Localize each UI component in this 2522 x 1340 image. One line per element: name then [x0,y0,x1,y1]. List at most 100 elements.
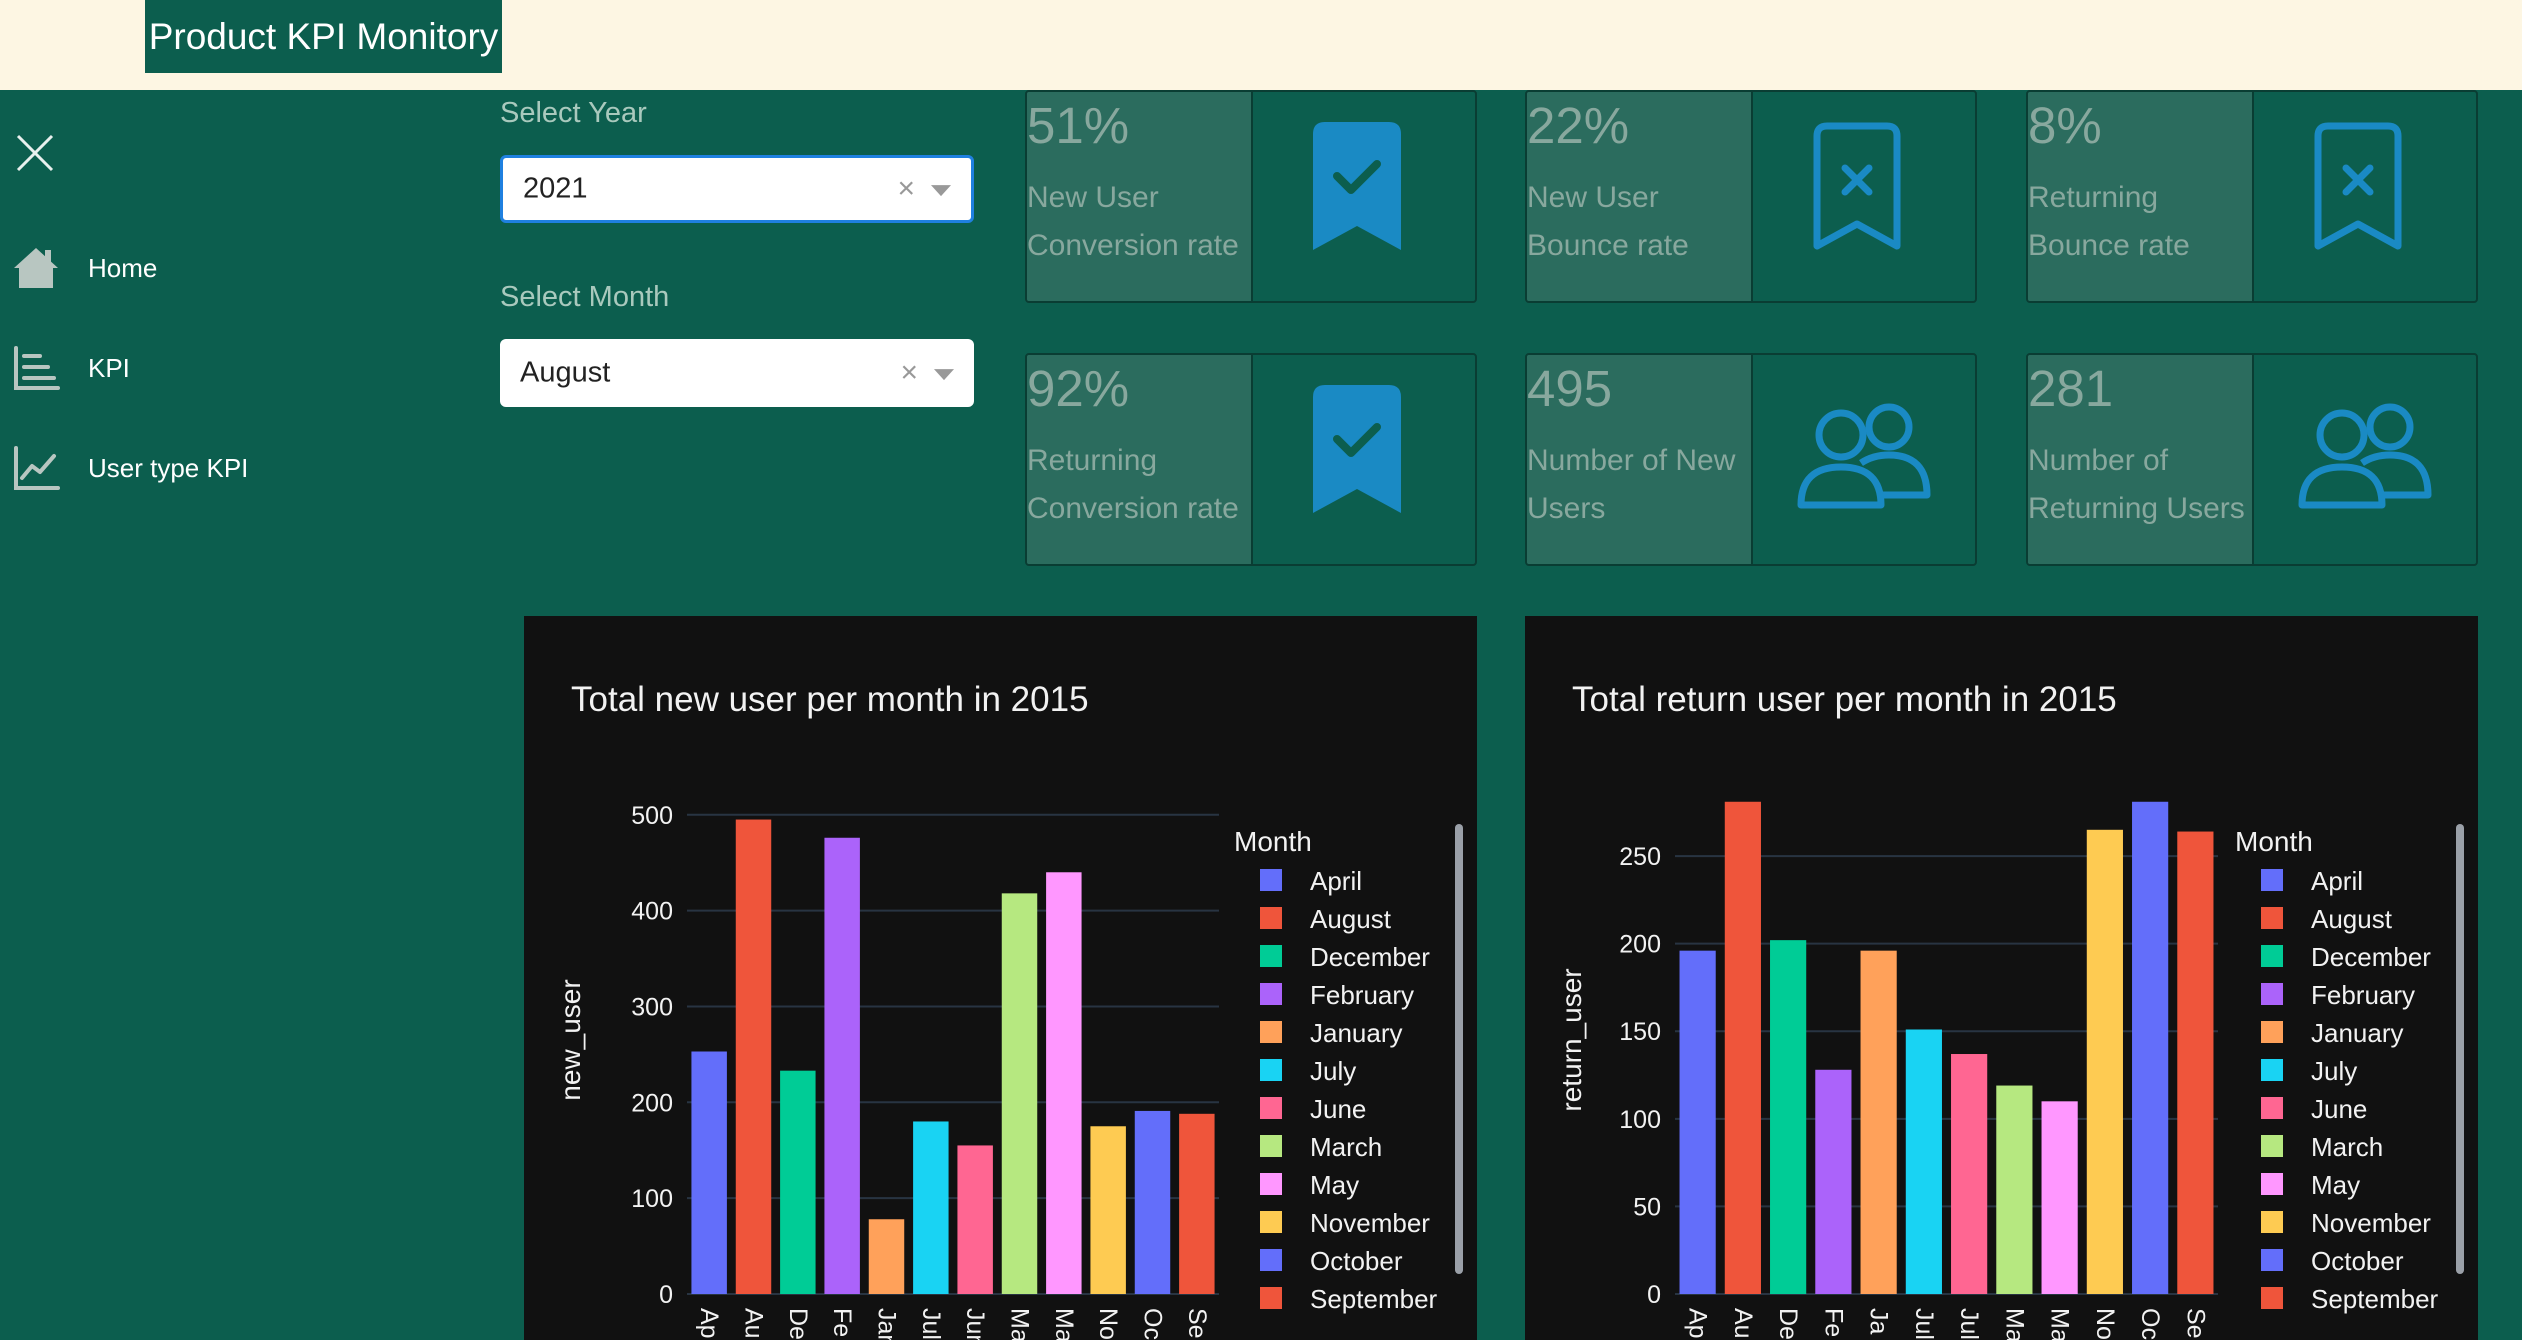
kpi-label: New User Conversion rate [1027,181,1239,262]
legend-swatch [2261,1173,2283,1195]
y-tick-label: 400 [631,898,673,926]
return-user-chart-plot[interactable]: 0 50 100 150 200 250 return_user Ap Au De Fe Ja Jul J… [1525,616,2478,1340]
legend-swatch [2261,1059,2283,1081]
x-tick-label: Ma [2046,1308,2074,1340]
bar-october [2132,801,2169,1294]
y-tick-label: 100 [631,1185,673,1213]
x-tick-label: Ma [1050,1308,1078,1340]
month-clear-icon[interactable]: × [900,356,918,390]
legend-swatch [2261,1211,2283,1233]
top-bar: Product KPI Monitory [0,0,2522,90]
legend-swatch [1260,1059,1282,1081]
legend-item: April [1310,866,1362,896]
legend-item: June [2311,1094,2367,1124]
legend-swatch [2261,983,2283,1005]
sidebar-item-kpi[interactable]: KPI [10,338,310,398]
x-tick-label: Jul [1955,1308,1983,1340]
legend-swatch [1260,1249,1282,1271]
x-tick-label: Oc [1139,1308,1167,1340]
x-tick-label: Ap [695,1308,723,1339]
legend-item: May [1310,1170,1359,1200]
legend-title: Month [1234,826,1312,857]
legend-item: October [2311,1246,2404,1276]
bar-august [735,819,772,1294]
bar-september [2177,831,2214,1294]
bar-august [1724,801,1761,1294]
legend-item: August [2311,904,2393,934]
return-user-chart: Total return user per month in 2015 0 50 1… [1525,616,2478,1340]
kpi-card-returning-bounce: 8% Returning Bounce rate [2026,90,2478,303]
bar-july [1905,1029,1942,1294]
kpi-card-new-users-count: 495 Number of New Users [1525,353,1977,566]
legend-swatch [1260,1211,1282,1233]
bar-april [1679,950,1716,1294]
bar-january [1860,950,1897,1294]
x-tick-label: Ap [1684,1308,1712,1339]
y-axis-label: new_user [555,979,586,1100]
year-clear-icon[interactable]: × [897,172,915,206]
bar-december [780,1070,816,1294]
bar-may [2041,1101,2078,1294]
x-tick-label: Jul [1910,1308,1938,1340]
x-tick-label: Au [1729,1308,1757,1339]
legend-item: November [2311,1208,2431,1238]
chevron-down-icon[interactable] [934,369,954,381]
legend-item: November [1310,1208,1430,1238]
kpi-label: Number of Returning Users [2028,444,2245,525]
legend-swatch [2261,1249,2283,1271]
y-tick-label: 200 [1619,931,1661,959]
month-label: Select Month [500,281,670,313]
legend-item: July [1310,1056,1356,1086]
kpi-value: 495 [1527,360,1613,417]
legend-scrollbar[interactable] [1455,824,1463,1274]
legend-item: April [2311,866,2363,896]
legend-item: June [1310,1094,1366,1124]
y-tick-label: 0 [1647,1281,1661,1309]
sidebar-item-label: KPI [88,352,130,383]
kpi-label: Number of New Users [1527,444,1736,525]
new-user-chart: Total new user per month in 2015 0 100 200… [524,616,1477,1340]
legend-item: October [1310,1246,1403,1276]
x-tick-label: Jun [961,1308,989,1340]
legend-swatch [2261,945,2283,967]
x-tick-label: De [1774,1308,1802,1340]
y-tick-label: 200 [631,1089,673,1117]
legend-swatch [2261,1097,2283,1119]
line-chart-icon [14,446,60,490]
kpi-label: Returning Bounce rate [2028,181,2190,262]
legend-swatch [2261,907,2283,929]
x-tick-label: Ma [1006,1308,1034,1340]
chevron-down-icon[interactable] [931,185,951,197]
month-select[interactable]: August × [500,339,974,407]
users-icon [1797,403,1931,509]
year-select[interactable]: 2021 × [500,155,974,223]
close-sidebar-button[interactable] [10,128,60,178]
sidebar-item-home[interactable]: Home [10,238,310,298]
legend-swatch [2261,869,2283,891]
legend-item: December [2311,942,2431,972]
y-tick-label: 50 [1633,1193,1661,1221]
bar-april [691,1051,727,1294]
kpi-card-new-user-conversion: 51% New User Conversion rate [1025,90,1477,303]
legend-item: May [2311,1170,2360,1200]
year-label: Select Year [500,97,647,129]
legend-item: July [2311,1056,2357,1086]
legend-item: March [1310,1132,1382,1162]
new-user-chart-plot[interactable]: 0 100 200 300 400 500 new_user Ap Au De Fe Jan Jul Ju… [524,616,1477,1340]
kpi-value: 281 [2028,360,2114,417]
y-tick-label: 250 [1619,843,1661,871]
x-tick-label: Se [1183,1308,1211,1339]
kpi-card-returning-users-count: 281 Number of Returning Users [2026,353,2478,566]
bar-december [1770,940,1807,1294]
sidebar-item-user-type-kpi[interactable]: User type KPI [10,438,310,498]
bar-chart-icon [14,346,60,390]
legend-scrollbar[interactable] [2456,824,2464,1274]
sidebar-item-label: Home [88,252,158,283]
legend-swatch [2261,1135,2283,1157]
users-icon [2298,403,2432,509]
legend-swatch [1260,945,1282,967]
legend-item: January [1310,1018,1403,1048]
close-icon [16,134,54,172]
bar-october [1134,1110,1171,1294]
legend-swatch [1260,1097,1282,1119]
